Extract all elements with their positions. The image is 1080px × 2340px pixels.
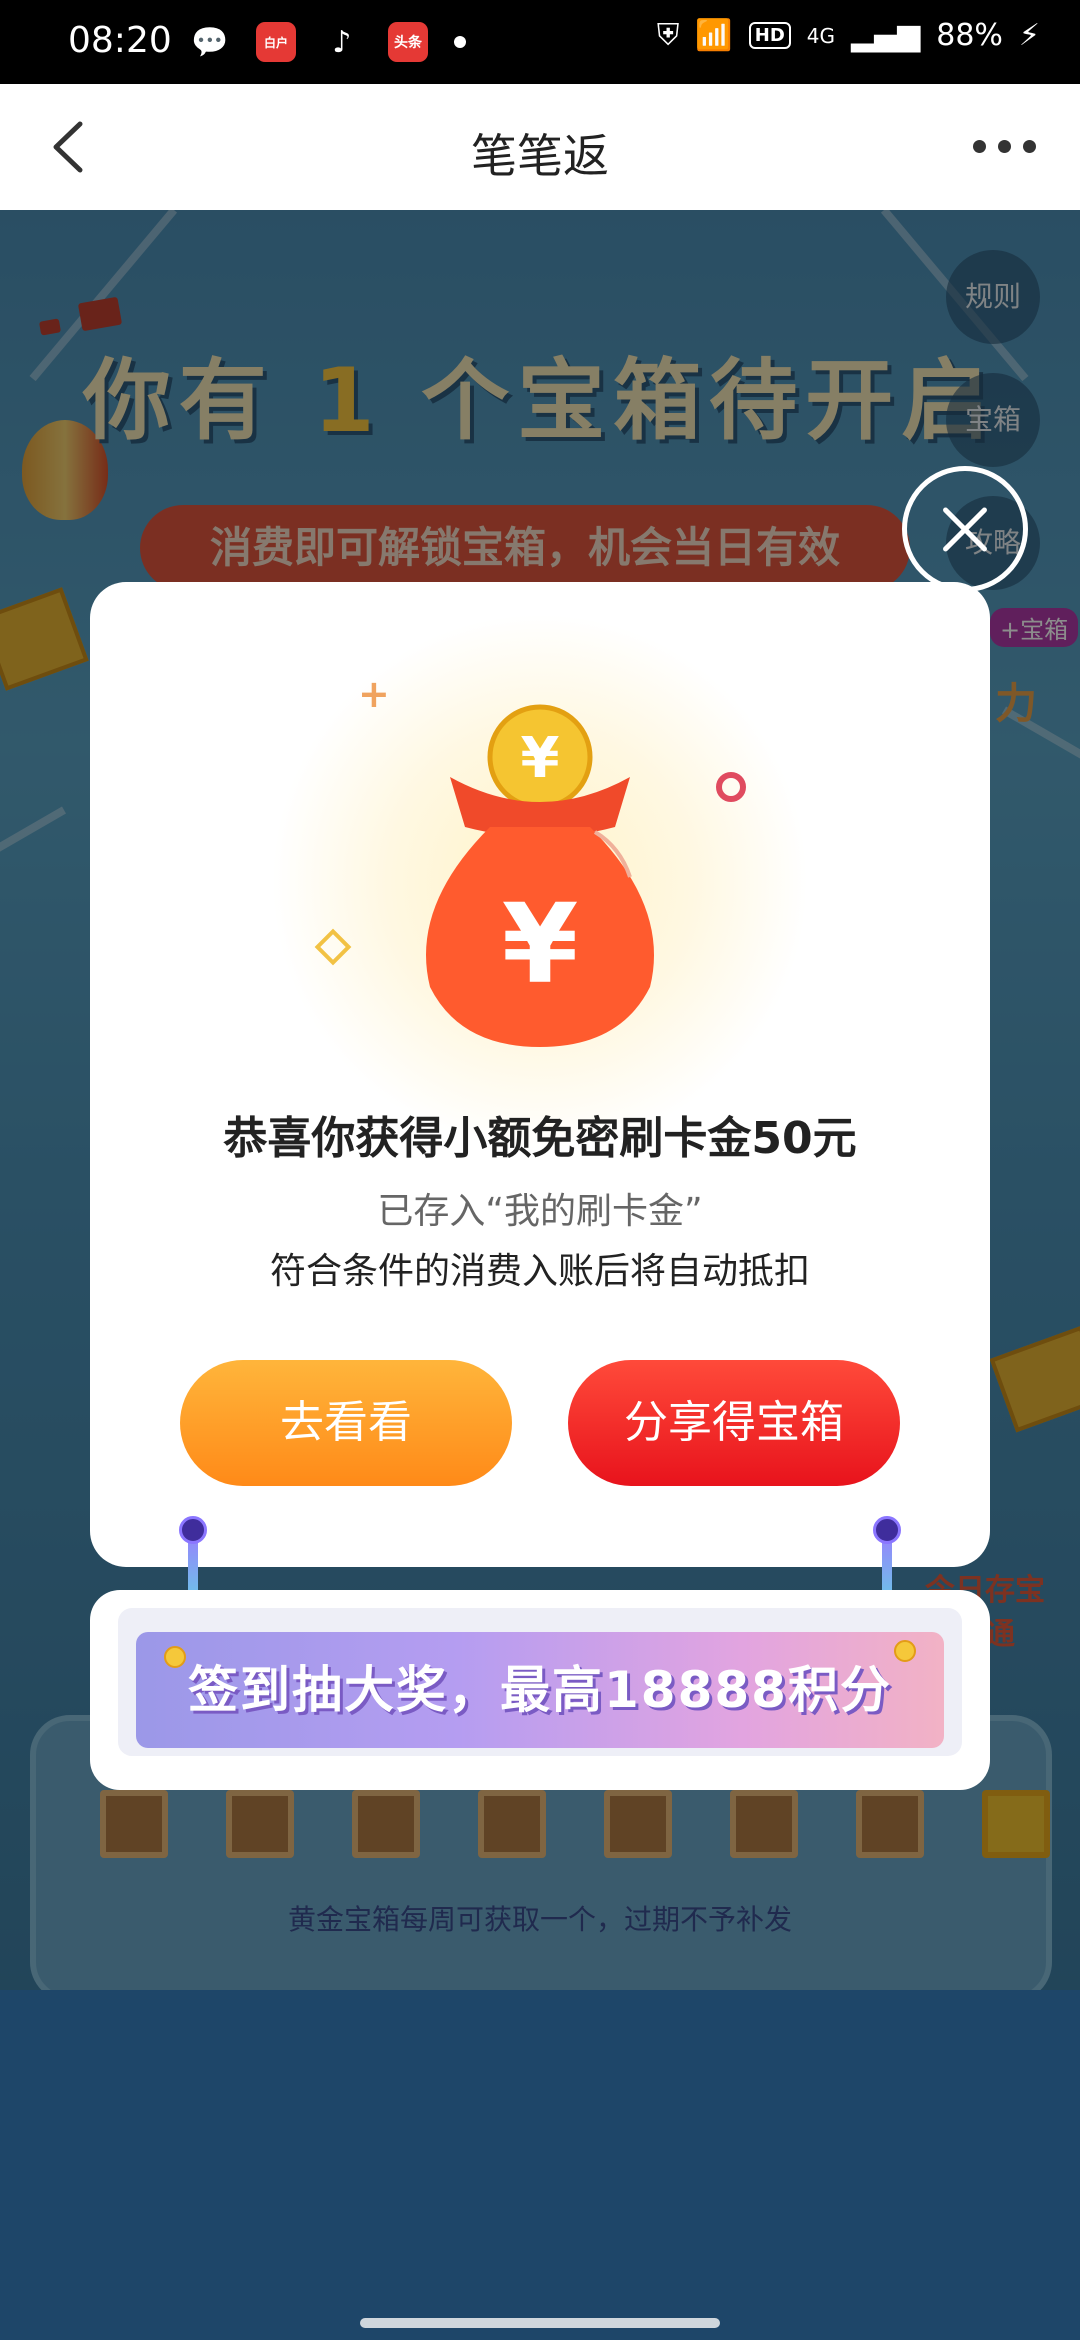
status-time: 08:20	[68, 20, 172, 61]
promo-banner-card: 签到抽大奖，最高18888积分	[90, 1590, 990, 1790]
connector-dot	[179, 1516, 207, 1544]
network-label: 4G	[806, 23, 836, 48]
signal-icon: ▂▄▆	[851, 18, 921, 53]
page-title: 笔笔返	[471, 129, 609, 183]
notification-icons: 💬 白户 ♪ 头条	[190, 22, 466, 62]
jd-finance-icon: 白户	[256, 22, 296, 62]
more-options-icon[interactable]	[973, 140, 1036, 153]
coin-icon	[894, 1640, 916, 1662]
wechat-icon: 💬	[190, 22, 230, 62]
charging-icon: ⚡	[1018, 18, 1040, 53]
tiktok-icon: ♪	[322, 22, 362, 62]
bottom-area	[0, 1990, 1080, 2340]
connector-dot	[873, 1516, 901, 1544]
reward-title: 恭喜你获得小额免密刷卡金50元	[223, 1113, 857, 1164]
status-indicators: ⛨ 📶 HD 4G ▂▄▆ 88% ⚡	[657, 18, 1040, 53]
go-look-button[interactable]: 去看看	[180, 1360, 512, 1486]
wifi-icon: 📶	[695, 18, 733, 53]
coin-icon	[164, 1646, 186, 1668]
sign-in-lottery-banner[interactable]: 签到抽大奖，最高18888积分	[136, 1632, 944, 1748]
vpn-shield-icon: ⛨	[656, 18, 680, 53]
promo-banner-frame: 签到抽大奖，最高18888积分	[118, 1608, 962, 1756]
banner-text: 签到抽大奖，最高18888积分	[188, 1661, 892, 1719]
more-notifications-icon	[454, 36, 466, 48]
share-get-box-button[interactable]: 分享得宝箱	[568, 1360, 900, 1486]
reward-subtitle-stored: 已存入“我的刷卡金”	[377, 1191, 703, 1232]
sparkle-ring-icon	[716, 772, 746, 802]
svg-text:¥: ¥	[521, 726, 560, 791]
status-bar: 08:20 💬 白户 ♪ 头条 ⛨ 📶 HD 4G ▂▄▆ 88% ⚡	[0, 0, 1080, 84]
toutiao-icon: 头条	[388, 22, 428, 62]
nav-bar: 笔笔返	[0, 84, 1080, 210]
svg-text:¥: ¥	[502, 880, 579, 1008]
home-indicator[interactable]	[360, 2318, 720, 2328]
hd-icon: HD	[748, 22, 791, 49]
battery-level: 88%	[936, 18, 1003, 53]
reward-subtitle-deduct: 符合条件的消费入账后将自动抵扣	[269, 1251, 810, 1292]
close-icon[interactable]	[902, 466, 1028, 592]
sparkle-plus-icon: +	[358, 672, 390, 716]
money-bag-icon: ¥ ¥	[426, 704, 654, 1047]
reward-modal: + ¥ ¥ 恭喜你获得小额免密刷卡金50元 已存入“我的刷卡金” 符合条件的消费…	[90, 582, 990, 1567]
